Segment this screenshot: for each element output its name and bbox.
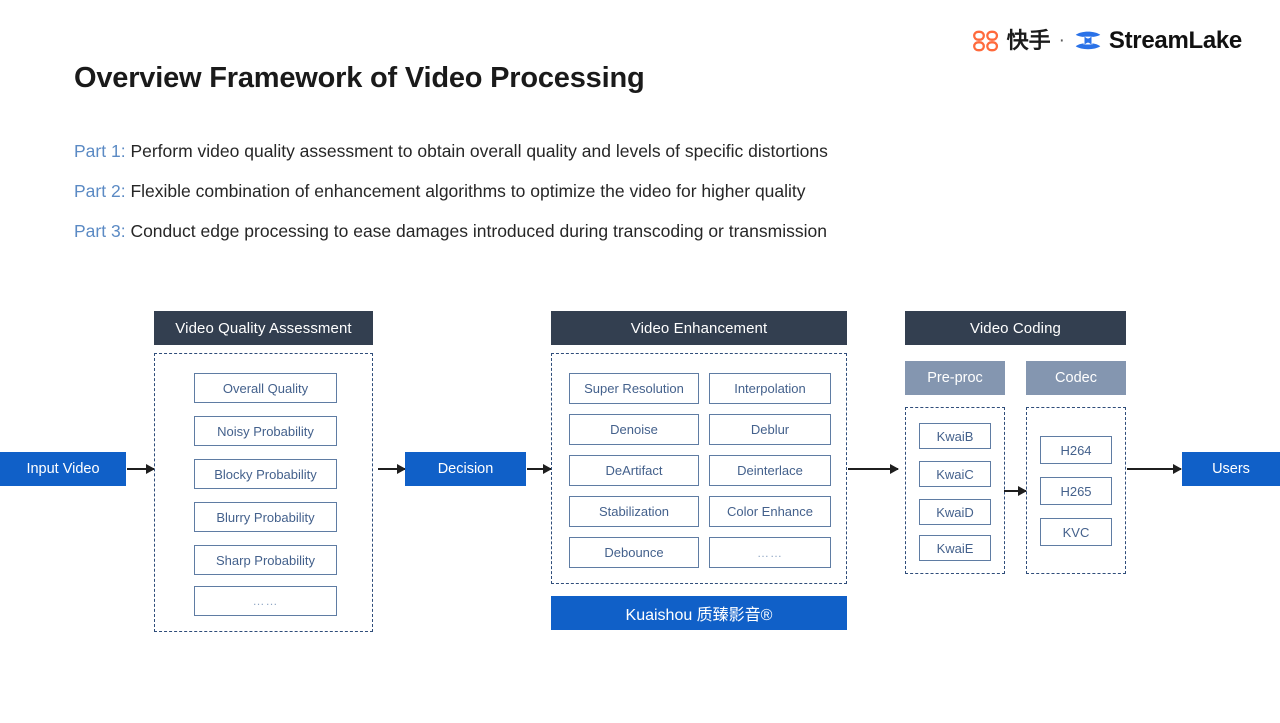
enhancement-item-deartifact[interactable]: DeArtifact: [569, 455, 699, 486]
arrow-decision-to-enhancement: [527, 464, 552, 474]
codec-item-kvc[interactable]: KVC: [1040, 518, 1112, 546]
slide-canvas: 快手 · StreamLake Overview Framework of Vi…: [0, 0, 1280, 723]
vqa-header: Video Quality Assessment: [154, 311, 373, 345]
part-1-tag: Part 1:: [74, 141, 126, 161]
streamlake-wave-icon: [1075, 31, 1101, 50]
enhancement-item-deblur[interactable]: Deblur: [709, 414, 831, 445]
kuaishou-camera-icon: [972, 30, 998, 52]
enhancement-item-interpolation[interactable]: Interpolation: [709, 373, 831, 404]
vqa-item-ellipsis[interactable]: ……: [194, 586, 337, 616]
preproc-item-kwaib[interactable]: KwaiB: [919, 423, 991, 449]
vqa-item-blurry-probability[interactable]: Blurry Probability: [194, 502, 337, 532]
part-1-text: Perform video quality assessment to obta…: [130, 141, 828, 161]
enhancement-item-stabilization[interactable]: Stabilization: [569, 496, 699, 527]
enhancement-item-ellipsis[interactable]: ……: [709, 537, 831, 568]
preproc-header: Pre-proc: [905, 361, 1005, 395]
codec-header: Codec: [1026, 361, 1126, 395]
part-3-text: Conduct edge processing to ease damages …: [130, 221, 827, 241]
decision-box[interactable]: Decision: [405, 452, 526, 486]
enhancement-item-super-resolution[interactable]: Super Resolution: [569, 373, 699, 404]
part-2-tag: Part 2:: [74, 181, 126, 201]
enhancement-item-color-enhance[interactable]: Color Enhance: [709, 496, 831, 527]
part-2-text: Flexible combination of enhancement algo…: [130, 181, 806, 201]
input-video-box: Input Video: [0, 452, 126, 486]
coding-header: Video Coding: [905, 311, 1126, 345]
preproc-item-kwaid[interactable]: KwaiD: [919, 499, 991, 525]
streamlake-wordmark: StreamLake: [1108, 27, 1242, 54]
enhancement-item-deinterlace[interactable]: Deinterlace: [709, 455, 831, 486]
vqa-item-overall-quality[interactable]: Overall Quality: [194, 373, 337, 403]
vqa-item-blocky-probability[interactable]: Blocky Probability: [194, 459, 337, 489]
users-box: Users: [1182, 452, 1280, 486]
codec-item-h264[interactable]: H264: [1040, 436, 1112, 464]
preproc-item-kwaie[interactable]: KwaiE: [919, 535, 991, 561]
enhancement-header: Video Enhancement: [551, 311, 847, 345]
part-line-3: Part 3: Conduct edge processing to ease …: [74, 211, 828, 251]
arrow-preproc-to-codec: [1004, 486, 1027, 496]
enhancement-item-debounce[interactable]: Debounce: [569, 537, 699, 568]
vqa-item-noisy-probability[interactable]: Noisy Probability: [194, 416, 337, 446]
kuaishou-wordmark: 快手: [1006, 28, 1051, 53]
codec-item-h265[interactable]: H265: [1040, 477, 1112, 505]
part-line-1: Part 1: Perform video quality assessment…: [74, 131, 828, 171]
parts-list: Part 1: Perform video quality assessment…: [74, 131, 828, 251]
logo-separator: ·: [1058, 30, 1065, 51]
preproc-item-kwaic[interactable]: KwaiC: [919, 461, 991, 487]
arrow-enhancement-to-coding: [848, 464, 899, 474]
enhancement-item-denoise[interactable]: Denoise: [569, 414, 699, 445]
arrow-input-to-vqa: [127, 464, 155, 474]
brand-logo: 快手 · StreamLake: [972, 28, 1242, 54]
arrow-coding-to-users: [1127, 464, 1182, 474]
kuaishou-product-banner: Kuaishou 质臻影音®: [551, 596, 847, 630]
page-title: Overview Framework of Video Processing: [74, 62, 645, 94]
arrow-vqa-to-decision: [378, 464, 406, 474]
part-line-2: Part 2: Flexible combination of enhancem…: [74, 171, 828, 211]
part-3-tag: Part 3:: [74, 221, 126, 241]
vqa-item-sharp-probability[interactable]: Sharp Probability: [194, 545, 337, 575]
